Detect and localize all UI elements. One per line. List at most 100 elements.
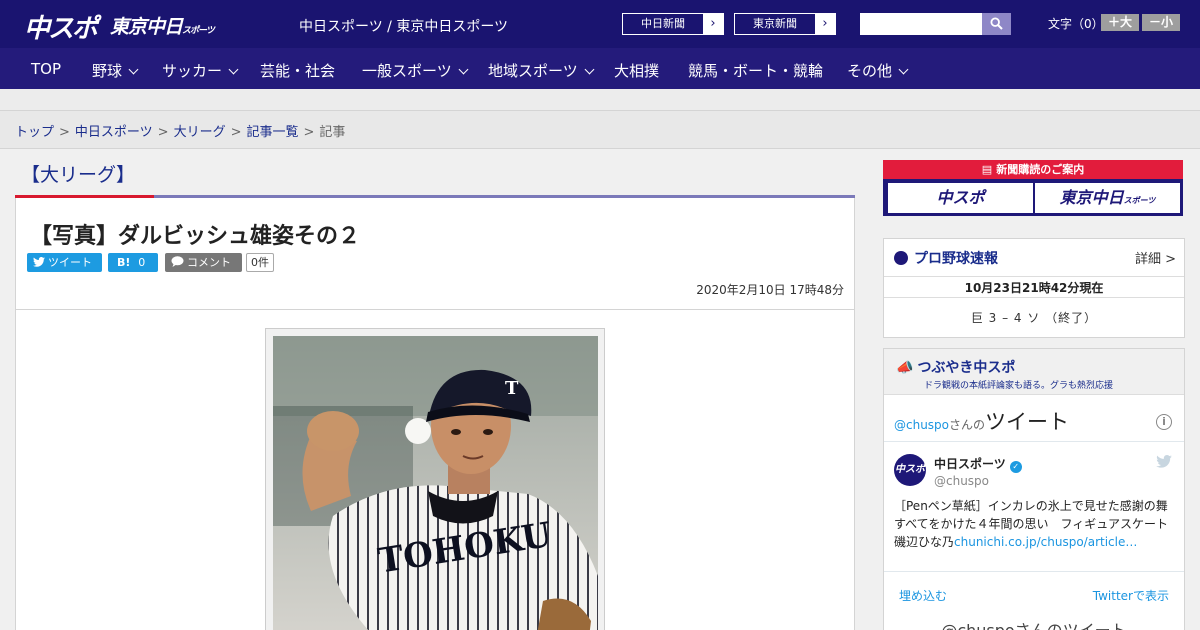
tweet-widget-subtitle: ドラ観戦の本紙評論家も語る。グラも熱烈応援 — [924, 381, 1114, 391]
tweet-link[interactable]: chunichi.co.jp/chuspo/article… — [954, 535, 1137, 549]
chevron-right-icon: › — [703, 14, 723, 34]
embed-link[interactable]: 埋め込む — [899, 587, 947, 604]
ext-link-label: 東京新聞 — [753, 17, 797, 30]
svg-text:T: T — [505, 378, 519, 399]
font-larger-button[interactable]: ＋大 — [1101, 14, 1139, 31]
nav-label: TOP — [31, 60, 62, 78]
tweet-widget-title: 📣 つぶやき中スポ — [896, 357, 1015, 377]
subscription-banner[interactable]: ▤ 新聞購読のご案内 中スポ 東京中日スポーツ — [883, 160, 1183, 216]
nav-local-sports[interactable]: 地域スポーツ — [488, 60, 595, 81]
tweet-account-name[interactable]: 中日スポーツ ✓ — [934, 455, 1022, 473]
chevron-right-icon: › — [815, 14, 835, 34]
hatena-bookmark-button[interactable]: B! 0 — [108, 253, 158, 272]
breadcrumb-separator: > — [157, 125, 169, 140]
article-photo[interactable]: T TOHOKU — [273, 336, 598, 630]
nav-label: 大相撲 — [614, 62, 660, 80]
article-category[interactable]: 【大リーグ】 — [21, 160, 135, 187]
baseball-score[interactable]: 巨 3 – 4 ソ （終了） — [884, 309, 1184, 326]
chevron-down-icon — [228, 64, 239, 75]
header-bar: 中スポ 東京中日スポーツ 中日スポーツ / 東京中日スポーツ 中日新聞 › 東京… — [0, 0, 1200, 48]
tweet-button[interactable]: ツイート — [27, 253, 102, 272]
chevron-down-icon — [898, 64, 909, 75]
breadcrumb-separator: > — [303, 125, 315, 140]
chuspo-logo[interactable]: 中スポ — [24, 8, 98, 45]
tweet-account-name-text: 中日スポーツ — [934, 457, 1006, 471]
nav-label: 一般スポーツ — [362, 62, 452, 80]
timeline-heading: ツイート — [985, 410, 1070, 434]
baseball-update-time: 10月23日21時42分現在 — [884, 276, 1184, 298]
comment-count: 0件 — [246, 253, 274, 272]
pro-baseball-title-text: プロ野球速報 — [914, 251, 998, 267]
pro-baseball-title: プロ野球速報 — [894, 248, 998, 268]
article-header: 【写真】ダルビッシュ雄姿その２ ツイート B! 0 コメント 0件 2020年2… — [15, 198, 855, 310]
comment-button[interactable]: コメント — [165, 253, 242, 272]
tokyo-shimbun-link[interactable]: 東京新聞 › — [734, 13, 836, 35]
breadcrumb-article-list[interactable]: 記事一覧 — [247, 125, 299, 140]
search-icon — [990, 17, 1003, 30]
speech-bubble-icon — [171, 256, 184, 267]
hatena-icon: B! — [117, 256, 131, 269]
search-button[interactable] — [982, 13, 1011, 35]
tweet-account-handle[interactable]: @chuspo — [934, 474, 989, 488]
nav-sumo[interactable]: 大相撲 — [614, 60, 659, 81]
info-icon[interactable]: i — [1156, 414, 1172, 430]
timeline-divider — [884, 441, 1184, 442]
nav-label: 芸能・社会 — [260, 62, 336, 80]
main-nav: TOP 野球 サッカー 芸能・社会 一般スポーツ 地域スポーツ 大相撲 競馬・ボ… — [0, 48, 1200, 89]
timeline-footer[interactable]: @chuspoさんのツイート — [884, 617, 1184, 630]
tweet-label: ツイート — [48, 256, 92, 269]
subscription-heading: ▤ 新聞購読のご案内 — [883, 160, 1183, 179]
verified-icon: ✓ — [1009, 461, 1022, 473]
site-links[interactable]: 中日スポーツ / 東京中日スポーツ — [299, 16, 508, 36]
tweet-widget-title-text: つぶやき中スポ — [917, 360, 1016, 376]
tweet-widget: 📣 つぶやき中スポ ドラ観戦の本紙評論家も語る。グラも熱烈応援 @chuspoさん… — [883, 348, 1185, 630]
pro-baseball-widget: プロ野球速報 詳細 > 10月23日21時42分現在 巨 3 – 4 ソ （終了… — [883, 238, 1185, 338]
nav-general-sports[interactable]: 一般スポーツ — [362, 60, 469, 81]
tokyo-logo-text: 東京中日 — [110, 16, 183, 38]
nav-racing[interactable]: 競馬・ボート・競輪 — [688, 60, 823, 81]
pitcher-photo-illustration: T TOHOKU — [273, 336, 598, 630]
nav-entertainment[interactable]: 芸能・社会 — [260, 60, 335, 81]
subscription-heading-text: 新聞購読のご案内 — [996, 163, 1085, 176]
article-body: T TOHOKU — [15, 310, 855, 630]
tokyo-chunichi-logo[interactable]: 東京中日スポーツ — [110, 12, 215, 39]
tweet-divider — [884, 571, 1184, 572]
nav-label: 競馬・ボート・競輪 — [688, 62, 824, 80]
chevron-down-icon — [584, 64, 595, 75]
font-size-label: 文字（0） — [1048, 17, 1104, 31]
nav-other[interactable]: その他 — [847, 60, 909, 81]
subscribe-chuspo-logo[interactable]: 中スポ — [888, 183, 1033, 213]
sub-nav-strip — [0, 89, 1200, 111]
twitter-bird-icon[interactable] — [1156, 455, 1172, 472]
chunichi-shimbun-link[interactable]: 中日新聞 › — [622, 13, 724, 35]
article-date: 2020年2月10日 17時48分 — [696, 283, 844, 297]
nav-top[interactable]: TOP — [31, 60, 61, 78]
newspaper-icon: ▤ — [981, 163, 993, 176]
nav-soccer[interactable]: サッカー — [162, 60, 239, 81]
hatena-count: 0 — [138, 256, 146, 269]
breadcrumb-top[interactable]: トップ — [15, 125, 54, 140]
breadcrumb-chuspo[interactable]: 中日スポーツ — [75, 125, 153, 140]
breadcrumb-current: 記事 — [319, 125, 346, 140]
search-input[interactable] — [860, 13, 982, 35]
breadcrumb-separator: > — [230, 125, 242, 140]
article-title: 【写真】ダルビッシュ雄姿その２ — [30, 224, 361, 249]
megaphone-icon: 📣 — [896, 360, 914, 376]
chevron-down-icon — [458, 64, 469, 75]
subscribe-tokyo-chunichi-logo[interactable]: 東京中日スポーツ — [1035, 183, 1180, 213]
breadcrumb-mlb[interactable]: 大リーグ — [174, 125, 226, 140]
subscribe-tokyo-logo-text: 東京中日 — [1059, 188, 1124, 207]
chevron-down-icon — [128, 64, 139, 75]
nav-baseball[interactable]: 野球 — [92, 60, 139, 81]
avatar[interactable]: 中スポ — [894, 454, 926, 486]
tweet-body: ［Penペン草紙］インカレの氷上で見せた感謝の舞 すべてをかけた４年間の思い フ… — [894, 497, 1180, 551]
baseball-icon — [894, 251, 908, 265]
photo-frame: T TOHOKU — [265, 328, 605, 630]
baseball-detail-link[interactable]: 詳細 > — [1135, 248, 1176, 267]
nav-label: その他 — [847, 62, 893, 80]
font-smaller-button[interactable]: －小 — [1142, 14, 1180, 31]
nav-label: 地域スポーツ — [488, 62, 578, 80]
breadcrumb-separator: > — [59, 125, 70, 140]
timeline-handle-link[interactable]: @chuspo — [894, 418, 949, 432]
view-on-twitter-link[interactable]: Twitterで表示 — [1093, 587, 1169, 604]
